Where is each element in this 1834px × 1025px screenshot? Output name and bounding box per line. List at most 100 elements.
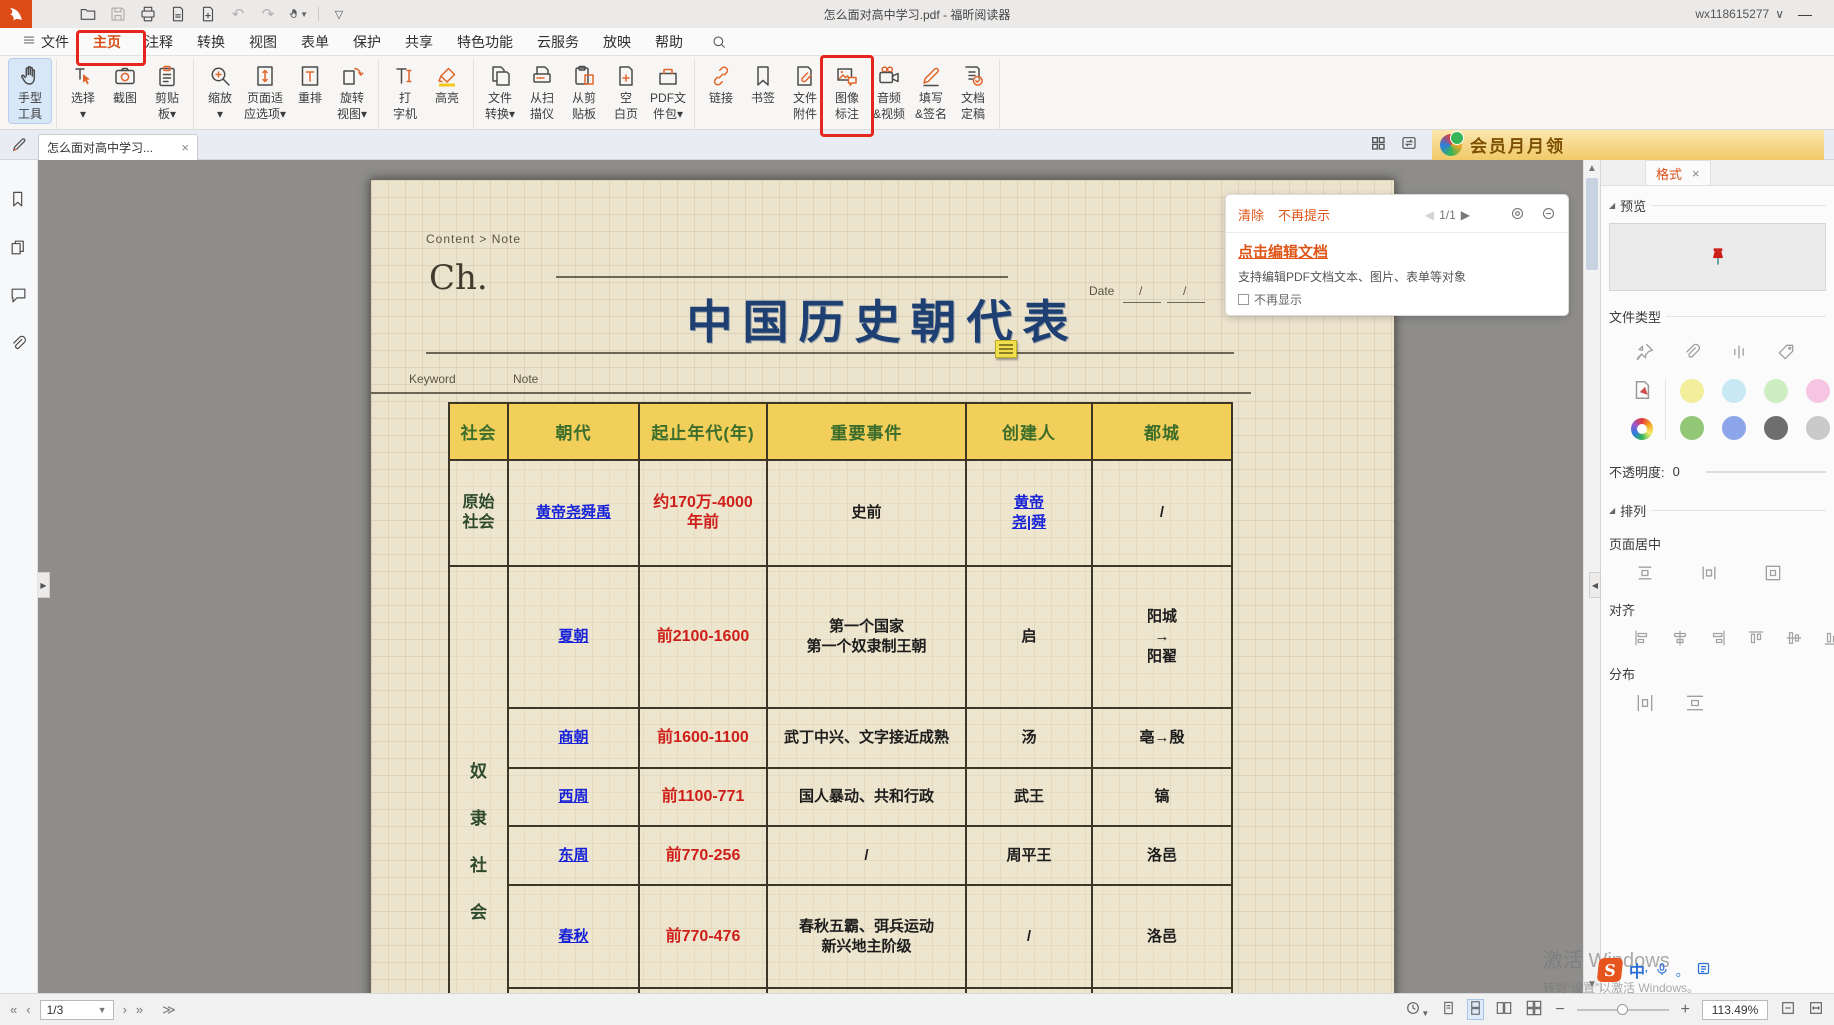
last-page-icon[interactable]: » — [136, 1002, 143, 1017]
table-link[interactable]: 商朝 — [558, 728, 588, 748]
color-swatch-3[interactable] — [1764, 379, 1788, 403]
note-annotation-icon[interactable] — [995, 340, 1017, 358]
center-horizontally-icon[interactable] — [1699, 563, 1719, 586]
menu-tab-特色功能[interactable]: 特色功能 — [445, 27, 525, 57]
sound-type-icon[interactable] — [1729, 342, 1749, 365]
color-swatch-4[interactable] — [1806, 379, 1830, 403]
sidebar-expand-handle[interactable]: ▶ — [38, 572, 50, 598]
ribbon-button-file-convert[interactable]: 文件转换▾ — [479, 59, 521, 123]
ribbon-button-highlight[interactable]: 高亮 — [426, 59, 468, 107]
color-swatch-1[interactable] — [1680, 379, 1704, 403]
table-link[interactable]: 西周 — [558, 787, 588, 807]
ime-menu-icon[interactable] — [1696, 961, 1711, 979]
zoom-in-icon[interactable]: + — [1681, 1001, 1690, 1019]
align-bottom-icon[interactable] — [1823, 629, 1834, 650]
swap-view-icon[interactable] — [1400, 135, 1418, 154]
ribbon-button-blank-page[interactable]: 空白页 — [605, 59, 647, 123]
center-both-icon[interactable] — [1763, 563, 1783, 586]
menu-tab-帮助[interactable]: 帮助 — [643, 27, 695, 57]
prev-page-icon[interactable]: ‹ — [26, 1002, 30, 1017]
ribbon-button-link[interactable]: 链接 — [700, 59, 742, 107]
align-right-icon[interactable] — [1709, 629, 1727, 650]
sidebar-pages-icon[interactable] — [9, 238, 28, 260]
fit-width-icon[interactable] — [1808, 1000, 1824, 1019]
notification-prev-icon[interactable]: ◀ — [1425, 208, 1434, 222]
menu-tab-文件[interactable]: 文件 — [10, 27, 81, 57]
align-left-icon[interactable] — [1633, 629, 1651, 650]
ribbon-button-from-scanner[interactable]: 从扫描仪 — [521, 59, 563, 123]
ribbon-button-clipboard[interactable]: 剪贴板▾ — [146, 59, 188, 123]
menu-tab-视图[interactable]: 视图 — [237, 27, 289, 57]
page-number-selector[interactable]: 1/3▼ — [40, 1000, 114, 1020]
print-icon[interactable] — [138, 4, 158, 24]
zoom-slider-knob[interactable] — [1617, 1004, 1628, 1015]
ribbon-button-hand-tool[interactable]: 手型工具 — [9, 59, 51, 123]
history-clock-icon[interactable]: ▼ — [1405, 1000, 1429, 1019]
edit-pencil-icon[interactable] — [0, 136, 38, 153]
save-icon[interactable] — [108, 4, 128, 24]
panel-collapse-handle[interactable]: ◀ — [1589, 572, 1601, 598]
attach-pin-style-icon[interactable] — [1631, 379, 1653, 404]
notification-clear-link[interactable]: 清除 — [1238, 205, 1264, 224]
menu-search-icon[interactable] — [699, 29, 739, 55]
document-tab[interactable]: 怎么面对高中学习... × — [38, 134, 198, 160]
distribute-horizontally-icon[interactable] — [1635, 693, 1655, 716]
center-vertically-icon[interactable] — [1635, 563, 1655, 586]
edit-document-link[interactable]: 点击编辑文档 — [1238, 244, 1328, 261]
ribbon-button-audio-video[interactable]: 音频&视频 — [868, 59, 910, 123]
membership-banner[interactable]: 会员月月领 — [1432, 130, 1824, 160]
collapse-triangle-icon[interactable]: ◢ — [1609, 201, 1615, 210]
fit-page-icon[interactable] — [1780, 1000, 1796, 1019]
ribbon-button-doc-finalize[interactable]: 文档定稿 — [952, 59, 994, 123]
ribbon-button-fill-sign[interactable]: 填写&签名 — [910, 59, 952, 123]
ribbon-button-pdf-package[interactable]: PDF文件包▾ — [647, 59, 689, 123]
new-page-icon[interactable] — [198, 4, 218, 24]
facing-view-icon[interactable] — [1495, 1000, 1513, 1019]
document-view-area[interactable]: Content > Note Ch. 中国历史朝代表 Date / / Keyw… — [38, 160, 1600, 993]
table-link[interactable]: 黄帝尧舜禹 — [536, 503, 611, 523]
dont-show-checkbox[interactable] — [1238, 294, 1249, 305]
align-center-h-icon[interactable] — [1671, 629, 1689, 650]
sogou-ime-icon[interactable]: S — [1597, 958, 1624, 982]
align-top-icon[interactable] — [1747, 629, 1765, 650]
format-tab-close-icon[interactable]: × — [1692, 166, 1700, 181]
facing-continuous-view-icon[interactable] — [1525, 1000, 1543, 1019]
ribbon-button-reflow[interactable]: 重排 — [289, 59, 331, 107]
notification-dont-remind-link[interactable]: 不再提示 — [1278, 205, 1330, 224]
paperclip-type-icon[interactable] — [1682, 342, 1702, 365]
custom-color-wheel-icon[interactable] — [1631, 418, 1653, 440]
ime-chinese-mode-icon[interactable]: 中’ — [1629, 958, 1648, 982]
ribbon-button-page-fit-options[interactable]: 页面适应选项▾ — [241, 59, 289, 123]
color-swatch-6[interactable] — [1722, 416, 1746, 440]
ime-mic-icon[interactable] — [1655, 961, 1669, 980]
continuous-view-icon[interactable] — [1468, 1000, 1483, 1019]
ribbon-button-snapshot[interactable]: 截图 — [104, 59, 146, 107]
sidebar-attachments-icon[interactable] — [9, 334, 28, 356]
opacity-slider[interactable] — [1706, 471, 1826, 473]
account-caret-icon[interactable]: ∨ — [1775, 7, 1784, 21]
table-link[interactable]: 春秋 — [558, 927, 588, 947]
ribbon-button-typewriter[interactable]: 打字机 — [384, 59, 426, 123]
color-swatch-5[interactable] — [1680, 416, 1704, 440]
color-swatch-7[interactable] — [1764, 416, 1788, 440]
sidebar-bookmarks-icon[interactable] — [9, 190, 28, 212]
pushpin-type-icon[interactable] — [1635, 342, 1655, 365]
create-pdf-icon[interactable] — [168, 4, 188, 24]
menu-tab-放映[interactable]: 放映 — [591, 27, 643, 57]
ribbon-button-file-attachment[interactable]: 文件附件 — [784, 59, 826, 123]
collapse-triangle-icon[interactable]: ◢ — [1609, 506, 1615, 515]
ribbon-button-bookmark[interactable]: 书签 — [742, 59, 784, 107]
table-link[interactable]: 夏朝 — [558, 627, 588, 647]
menu-tab-云服务[interactable]: 云服务 — [525, 27, 591, 57]
ribbon-button-rotate-view[interactable]: 旋转视图▾ — [331, 59, 373, 123]
menu-tab-主页[interactable]: 主页 — [81, 27, 133, 57]
document-tab-close-icon[interactable]: × — [181, 140, 189, 155]
notification-collapse-icon[interactable] — [1541, 206, 1556, 224]
sidebar-comments-icon[interactable] — [9, 286, 28, 308]
notification-settings-icon[interactable] — [1510, 206, 1525, 224]
scroll-up-icon[interactable]: ▲ — [1584, 163, 1600, 174]
next-page-icon[interactable]: › — [123, 1002, 127, 1017]
thumbnail-grid-icon[interactable] — [1370, 135, 1386, 154]
redo-icon[interactable]: ↷ — [258, 4, 278, 24]
ribbon-button-select[interactable]: 选择▾ — [62, 59, 104, 123]
